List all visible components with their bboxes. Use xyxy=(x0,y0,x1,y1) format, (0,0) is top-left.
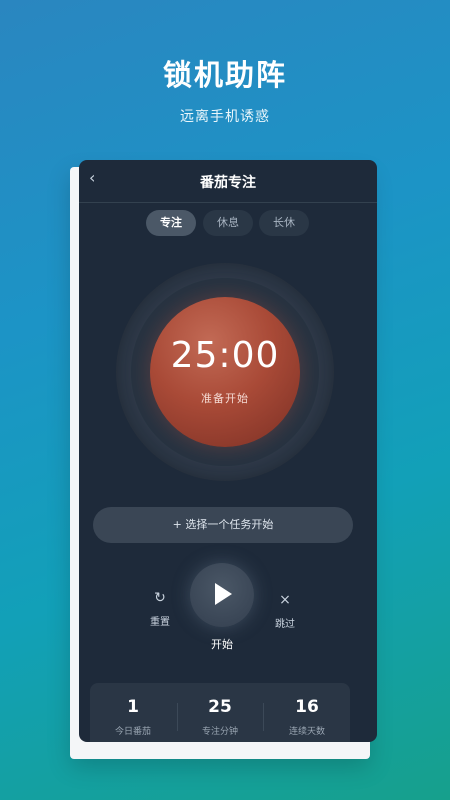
timer-ring-inner: 25:00 准备开始 xyxy=(131,278,319,466)
reset-label: 重置 xyxy=(150,617,170,628)
tab-long-rest[interactable]: 长休 xyxy=(259,210,309,236)
stats-panel: 1 今日番茄 25 专注分钟 16 连续天数 xyxy=(90,683,350,742)
tomato-orb[interactable]: 25:00 准备开始 xyxy=(150,297,300,447)
tab-rest[interactable]: 休息 xyxy=(203,210,253,236)
reset-button[interactable]: ↻ 重置 xyxy=(145,589,175,628)
hero-subtitle: 远离手机诱惑 xyxy=(180,109,270,125)
reset-icon: ↻ xyxy=(154,590,166,606)
promo-screen: 锁机助阵 远离手机诱惑 ‹ 番茄专注 专注 休息 长休 25:00 准备开始 +… xyxy=(0,0,450,800)
select-task-button[interactable]: + 选择一个任务开始 xyxy=(93,507,353,543)
stat-label: 专注分钟 xyxy=(201,727,238,737)
skip-label: 跳过 xyxy=(275,619,295,630)
app-screen: ‹ 番茄专注 专注 休息 长休 25:00 准备开始 + 选择一个任务开始 ↻ … xyxy=(79,160,377,742)
page-title: 番茄专注 xyxy=(200,175,256,191)
play-button[interactable] xyxy=(190,563,254,627)
play-label: 开始 xyxy=(211,638,233,651)
stat-focus-minutes: 25 专注分钟 xyxy=(177,697,263,737)
timer-ring: 25:00 准备开始 xyxy=(116,263,334,481)
stat-label: 连续天数 xyxy=(288,727,325,737)
timer-status: 准备开始 xyxy=(201,392,249,405)
tab-focus[interactable]: 专注 xyxy=(146,210,196,236)
nav-bar: ‹ 番茄专注 xyxy=(79,160,377,203)
stat-label: 今日番茄 xyxy=(114,727,151,737)
skip-button[interactable]: × 跳过 xyxy=(270,591,300,630)
stat-value: 1 xyxy=(127,697,139,717)
stat-value: 25 xyxy=(208,697,232,717)
play-icon xyxy=(215,583,232,605)
stat-streak-days: 16 连续天数 xyxy=(264,697,350,737)
hero-title: 锁机助阵 xyxy=(162,58,287,92)
close-icon: × xyxy=(279,592,291,608)
stat-today-pomodoros: 1 今日番茄 xyxy=(90,697,176,737)
timer-display: 25:00 xyxy=(170,335,280,376)
stat-value: 16 xyxy=(295,697,319,717)
